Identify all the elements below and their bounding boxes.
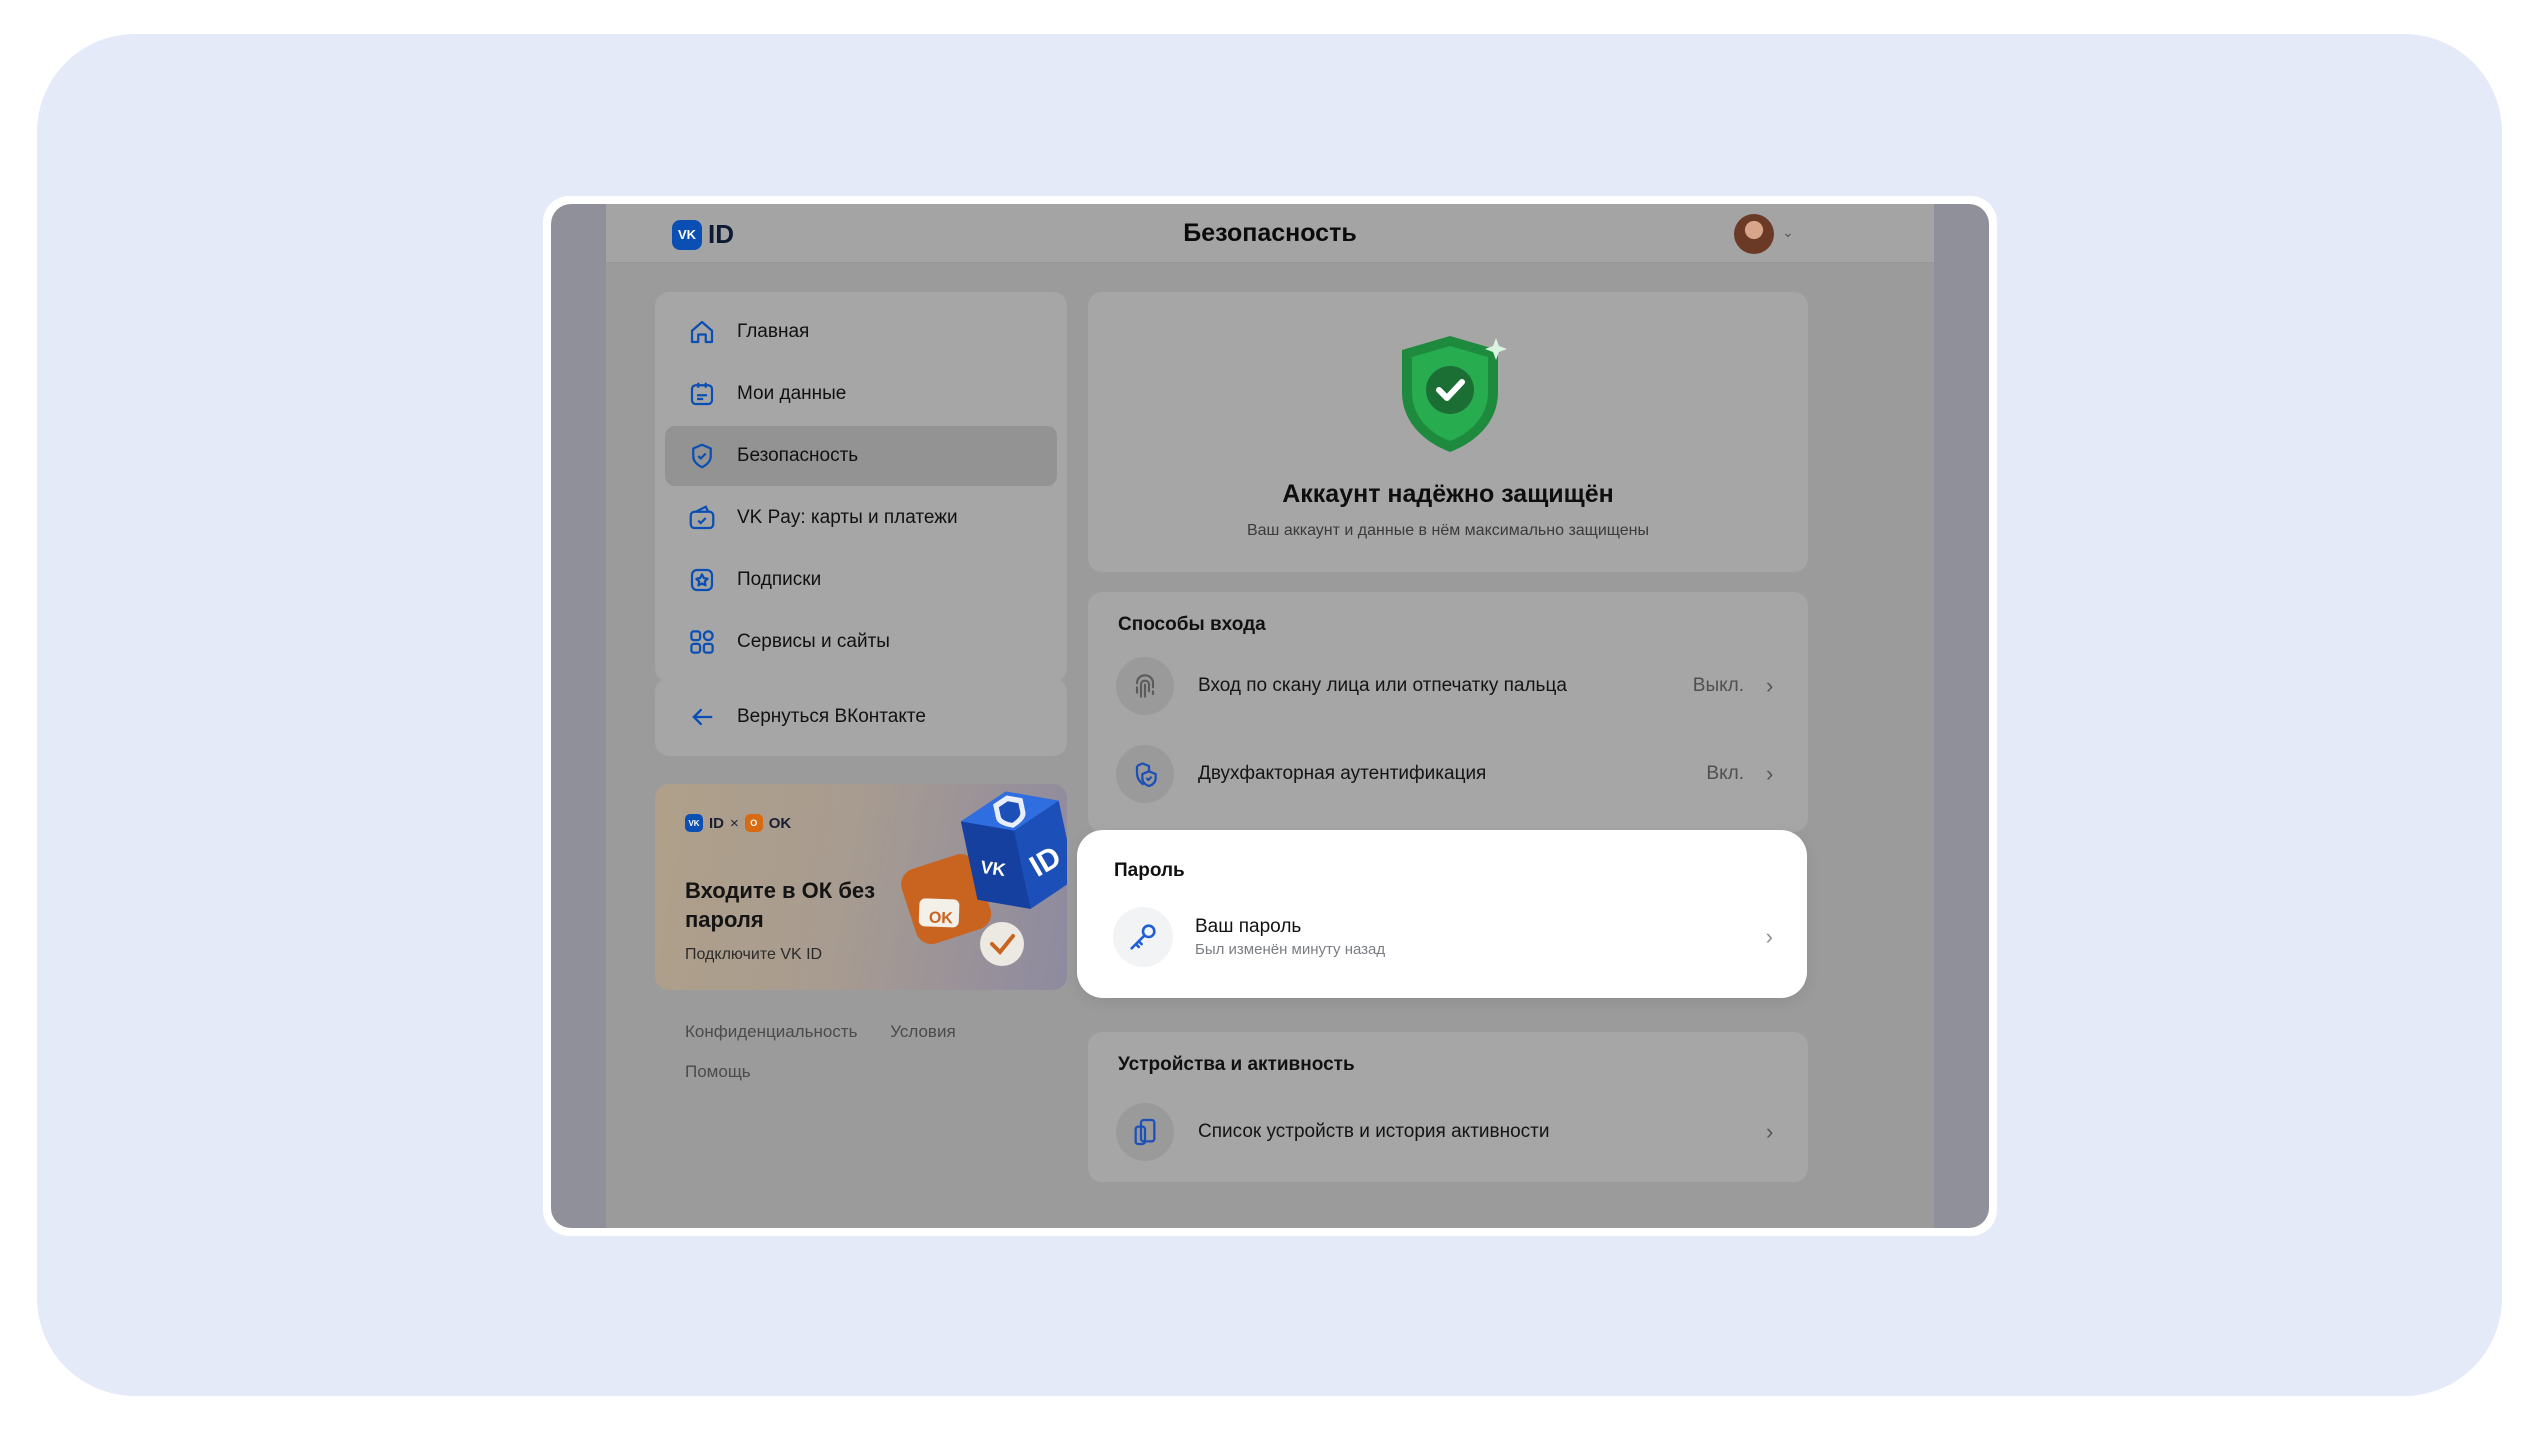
top-bar: VK ID Безопасность ⌄ — [606, 204, 1934, 263]
login-methods-title: Способы входа — [1118, 614, 1266, 635]
chevron-right-icon: › — [1766, 673, 1774, 698]
promo-logo-vk: ID — [709, 814, 724, 832]
promo-title: Входите в ОК без пароля — [685, 878, 876, 932]
password-card-highlighted: Пароль Ваш пароль Был изменён минуту наз… — [1077, 830, 1807, 998]
status-subtitle: Ваш аккаунт и данные в нём максимально з… — [1246, 522, 1649, 539]
promo-cubes-illustration: OK ID VK — [901, 791, 1067, 966]
security-status-card: Аккаунт надёжно защищён Ваш аккаунт и да… — [1088, 292, 1808, 572]
vk-logo-icon: VK — [685, 814, 703, 832]
devices-history-label: Список устройств и история активности — [1198, 1121, 1550, 1142]
shield-check-icon — [1402, 336, 1507, 452]
wallet-icon — [685, 501, 719, 535]
back-to-vk-button[interactable]: Вернуться ВКонтакте — [655, 678, 1067, 756]
sidebar-item-my-data[interactable]: Мои данные — [665, 364, 1057, 424]
password-title: Пароль — [1114, 860, 1185, 881]
promo-subtitle: Подключите VK ID — [685, 946, 823, 963]
app-window: VK ID Безопасность ⌄ Главная Мои данные … — [606, 204, 1934, 1228]
fingerprint-icon — [1116, 657, 1174, 715]
two-factor-auth-label: Двухфакторная аутентификация — [1198, 763, 1487, 784]
arrow-left-icon — [685, 700, 719, 734]
your-password-row[interactable]: Ваш пароль Был изменён минуту назад › — [1113, 906, 1773, 968]
status-title: Аккаунт надёжно защищён — [1282, 480, 1614, 508]
devices-history-row[interactable]: Список устройств и история активности › — [1116, 1100, 1780, 1164]
sidebar-item-home[interactable]: Главная — [665, 302, 1057, 362]
sidebar-item-label: Подписки — [737, 569, 822, 590]
chevron-right-icon: › — [1766, 761, 1774, 786]
chevron-right-icon: › — [1766, 1119, 1774, 1144]
promo-logos: VK ID × О OK — [685, 814, 791, 832]
footer-links: Конфиденциальность Условия — [685, 1022, 984, 1042]
app-screen: VK ID Безопасность ⌄ Главная Мои данные … — [551, 204, 1989, 1228]
svg-text:VK: VK — [979, 857, 1007, 880]
help-link[interactable]: Помощь — [685, 1062, 751, 1082]
sidebar-item-label: Мои данные — [737, 383, 847, 404]
shield-icon — [685, 439, 719, 473]
back-label: Вернуться ВКонтакте — [737, 706, 926, 727]
sidebar-item-services[interactable]: Сервисы и сайты — [665, 612, 1057, 672]
promo-logo-ok: OK — [768, 814, 792, 832]
chevron-down-icon[interactable]: ⌄ — [1782, 224, 1794, 241]
devices-title: Устройства и активность — [1118, 1054, 1355, 1075]
terms-link[interactable]: Условия — [890, 1022, 955, 1042]
sidebar-item-label: Главная — [737, 321, 810, 342]
devices-card: Устройства и активность Список устройств… — [1088, 1032, 1808, 1182]
two-factor-auth-value: Вкл. — [1706, 763, 1744, 784]
password-texts: Ваш пароль Был изменён минуту назад — [1195, 916, 1766, 958]
screenshot-frame: VK ID Безопасность ⌄ Главная Мои данные … — [543, 196, 1997, 1236]
services-grid-icon — [685, 625, 719, 659]
sidebar-item-label: VK Pay: карты и платежи — [737, 507, 958, 528]
password-changed-time: Был изменён минуту назад — [1195, 941, 1386, 958]
chevron-right-icon: › — [1765, 924, 1773, 949]
key-icon — [1113, 907, 1173, 967]
svg-text:OK: OK — [929, 910, 954, 928]
biometric-login-label: Вход по скану лица или отпечатку пальца — [1198, 675, 1567, 696]
profile-card-icon — [685, 377, 719, 411]
home-icon — [685, 315, 719, 349]
sidebar-nav: Главная Мои данные Безопасность VK Pay: … — [655, 292, 1067, 682]
devices-icon — [1116, 1103, 1174, 1161]
sidebar-item-subscriptions[interactable]: Подписки — [665, 550, 1057, 610]
biometric-login-row[interactable]: Вход по скану лица или отпечатку пальца … — [1116, 654, 1780, 718]
ok-logo-icon: О — [744, 814, 763, 832]
avatar[interactable] — [1734, 214, 1774, 254]
shield-lock-icon — [1116, 745, 1174, 803]
password-label: Ваш пароль — [1195, 916, 1302, 937]
sidebar-item-security[interactable]: Безопасность — [665, 426, 1057, 486]
login-methods-card: Способы входа Вход по скану лица или отп… — [1088, 592, 1808, 832]
sidebar-item-label: Безопасность — [737, 445, 859, 466]
two-factor-auth-row[interactable]: Двухфакторная аутентификация Вкл. › — [1116, 742, 1780, 806]
sidebar-item-vk-pay[interactable]: VK Pay: карты и платежи — [665, 488, 1057, 548]
promo-separator: × — [730, 814, 739, 832]
privacy-link[interactable]: Конфиденциальность — [685, 1022, 857, 1042]
star-icon — [685, 563, 719, 597]
sidebar-item-label: Сервисы и сайты — [737, 631, 890, 652]
promo-banner[interactable]: VK ID × О OK Входите в ОК без пароля Под… — [655, 784, 1067, 990]
biometric-login-value: Выкл. — [1692, 675, 1744, 696]
